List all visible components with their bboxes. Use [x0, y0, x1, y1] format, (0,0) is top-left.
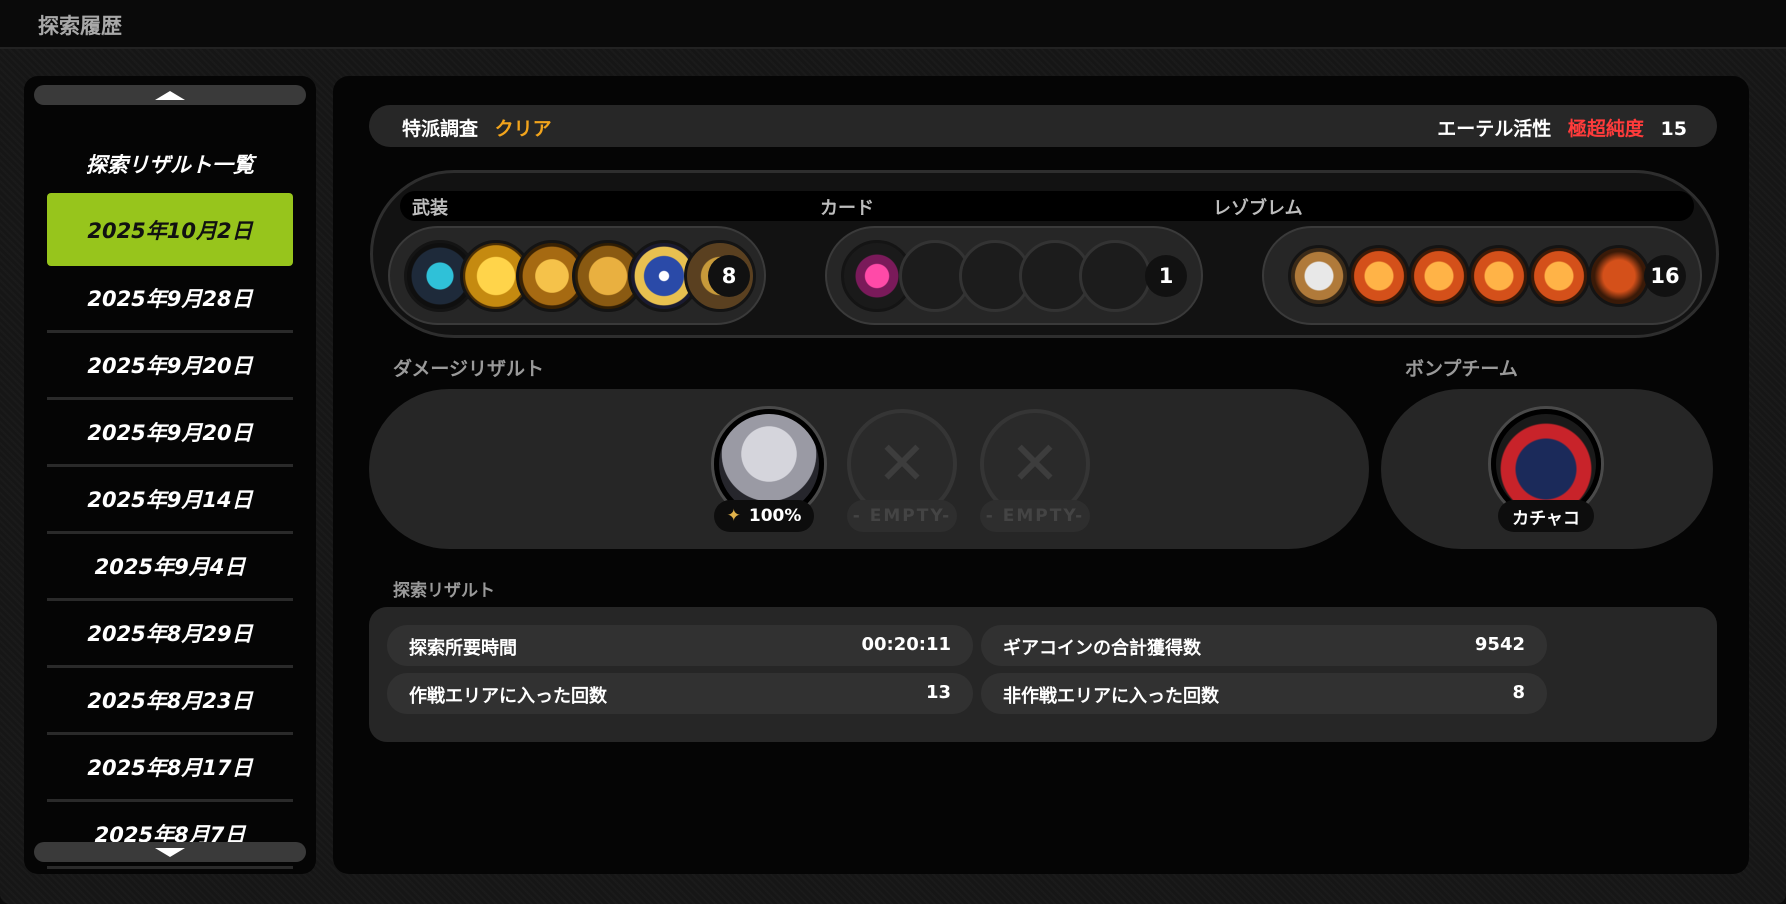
card-empty-slot: [1079, 240, 1151, 312]
arrow-down-icon: [155, 847, 185, 857]
damage-result-panel: ✦ 100% ✕ - EMPTY- ✕ - EMPTY-: [369, 389, 1369, 549]
scroll-down-button[interactable]: [34, 842, 306, 862]
mode-status: クリア: [494, 118, 552, 140]
results-panel: 探索所要時間 00:20:11 ギアコインの合計獲得数 9542 作戦エリアに入…: [369, 607, 1717, 742]
date-item[interactable]: 2025年8月17日: [47, 735, 293, 802]
results-label: 探索リザルト: [393, 581, 495, 601]
resonance-label: レゾブレム: [1213, 198, 1303, 219]
date-item[interactable]: 2025年8月29日: [47, 601, 293, 668]
exploration-history-window: 探索履歴 探索リザルト一覧 2025年10月2日 2025年9月28日 2025…: [0, 0, 1786, 904]
cards-label: カード: [820, 198, 874, 219]
date-list: 2025年10月2日 2025年9月28日 2025年9月20日 2025年9月…: [47, 193, 293, 869]
result-detail-panel: 特派調査 クリア エーテル活性 極超純度 15 武装 カード レゾブレム 8 1…: [333, 76, 1749, 874]
date-item-selected[interactable]: 2025年10月2日: [47, 193, 293, 266]
damage-result-label: ダメージリザルト: [393, 358, 545, 380]
damage-percent: 100%: [748, 506, 802, 526]
stat-value: 13: [925, 682, 951, 703]
diamond-icon: ✦: [726, 506, 741, 526]
stat-value: 9542: [1474, 634, 1525, 655]
date-item[interactable]: 2025年9月4日: [47, 534, 293, 601]
bomb-team-label: ボンプチーム: [1405, 358, 1518, 380]
cards-count: 1: [1145, 255, 1187, 297]
stat-label: 作戦エリアに入った回数: [409, 686, 607, 707]
date-item[interactable]: 2025年9月20日: [47, 333, 293, 400]
equipment-panel: 武装 カード レゾブレム 8 1 16: [370, 170, 1719, 338]
date-item[interactable]: 2025年9月20日: [47, 400, 293, 467]
date-item[interactable]: 2025年9月28日: [47, 266, 293, 333]
bangboo-name: カチャコ: [1498, 500, 1594, 532]
date-item[interactable]: 2025年8月23日: [47, 668, 293, 735]
window-title: 探索履歴: [38, 14, 122, 38]
resonance-item-icon[interactable]: [1588, 245, 1650, 307]
ether-grade: 極超純度: [1567, 118, 1644, 140]
resonance-item-icon[interactable]: [1348, 245, 1410, 307]
resonance-group[interactable]: 16: [1262, 226, 1702, 325]
weapons-count: 8: [708, 255, 750, 297]
bomb-team-panel: カチャコ: [1381, 389, 1713, 549]
stat-row: 非作戦エリアに入った回数 8: [981, 673, 1547, 714]
ether-label: エーテル活性: [1437, 118, 1552, 140]
stat-row: ギアコインの合計獲得数 9542: [981, 625, 1547, 666]
resonance-item-icon[interactable]: [1528, 245, 1590, 307]
resonance-item-icon[interactable]: [1468, 245, 1530, 307]
stat-value: 00:20:11: [861, 634, 951, 655]
scroll-up-button[interactable]: [34, 85, 306, 105]
resonance-item-icon[interactable]: [1288, 245, 1350, 307]
stat-label: ギアコインの合計獲得数: [1003, 638, 1201, 659]
stat-label: 非作戦エリアに入った回数: [1003, 686, 1219, 707]
empty-slot-label: - EMPTY-: [980, 500, 1090, 532]
ether-value: 15: [1660, 118, 1687, 140]
date-sidebar: 探索リザルト一覧 2025年10月2日 2025年9月28日 2025年9月20…: [24, 76, 316, 874]
resonance-item-icon[interactable]: [1408, 245, 1470, 307]
title-bar: 探索履歴: [0, 0, 1786, 49]
cards-group[interactable]: 1: [825, 226, 1203, 325]
resonance-count: 16: [1644, 255, 1686, 297]
stat-row: 探索所要時間 00:20:11: [387, 625, 973, 666]
stat-value: 8: [1512, 682, 1525, 703]
mode-label: 特派調査: [402, 118, 479, 140]
mission-summary-bar: 特派調査 クリア エーテル活性 極超純度 15: [369, 105, 1717, 147]
empty-slot-label: - EMPTY-: [847, 500, 957, 532]
weapons-label: 武装: [412, 198, 448, 219]
stat-row: 作戦エリアに入った回数 13: [387, 673, 973, 714]
weapons-group[interactable]: 8: [388, 226, 766, 325]
damage-percent-badge: ✦ 100%: [714, 500, 814, 532]
date-item[interactable]: 2025年9月14日: [47, 467, 293, 534]
stat-label: 探索所要時間: [409, 638, 517, 659]
equipment-header: 武装 カード レゾブレム: [400, 191, 1694, 221]
arrow-up-icon: [155, 90, 185, 100]
sidebar-heading: 探索リザルト一覧: [86, 153, 254, 177]
